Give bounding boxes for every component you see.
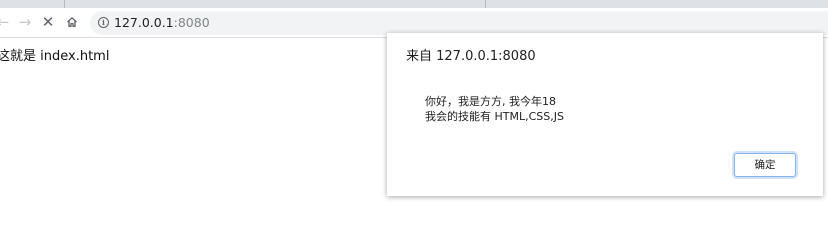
url-text[interactable]: 127.0.0.1:8080 [114, 11, 210, 35]
address-bar[interactable]: i 127.0.0.1:8080 [90, 11, 828, 35]
tab-separator [64, 0, 65, 8]
alert-message-line: 你好，我是方方, 我今年18 [425, 95, 556, 108]
url-host: 127.0.0.1 [114, 15, 174, 30]
arrow-left-icon[interactable]: ← [0, 10, 14, 34]
tab-strip [0, 0, 828, 8]
ok-button[interactable]: 确定 [734, 153, 796, 177]
arrow-right-icon[interactable]: → [14, 10, 36, 34]
home-icon[interactable] [61, 10, 83, 34]
close-icon[interactable]: ✕ [37, 10, 59, 34]
alert-message-line: 我会的技能有 HTML,CSS,JS [425, 110, 564, 123]
page-body-text: 这就是 index.html [0, 49, 110, 64]
info-icon[interactable]: i [98, 17, 109, 28]
alert-dialog: 来自 127.0.0.1:8080 你好，我是方方, 我今年18 我会的技能有 … [387, 33, 823, 196]
tab-separator [485, 0, 486, 8]
alert-title: 来自 127.0.0.1:8080 [406, 49, 536, 64]
alert-message: 你好，我是方方, 我今年18 我会的技能有 HTML,CSS,JS [425, 94, 564, 124]
url-port: :8080 [173, 15, 210, 30]
